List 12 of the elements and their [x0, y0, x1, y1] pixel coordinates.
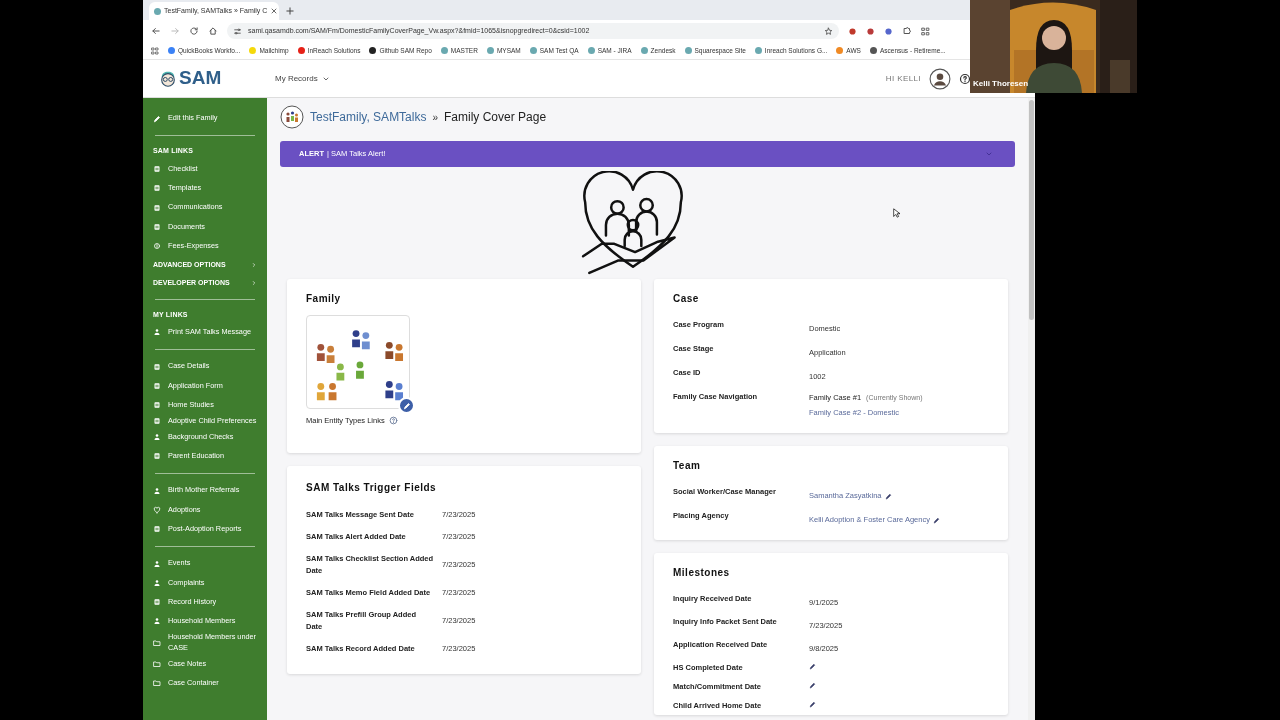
- participant-name: Kelli Thoresen: [973, 78, 1029, 90]
- card-title: Milestones: [673, 566, 731, 580]
- page-title: Family Cover Page: [444, 109, 547, 126]
- card-title: Family: [306, 292, 342, 306]
- family-link[interactable]: TestFamily, SAMTalks: [310, 108, 427, 126]
- card-title: SAM Talks Trigger Fields: [306, 481, 438, 495]
- card-title: Case: [673, 292, 700, 306]
- my-records-menu[interactable]: My Records: [275, 72, 330, 85]
- card-title: Team: [673, 459, 702, 473]
- logo-text: SAM: [179, 66, 222, 91]
- greeting: HI KELLI: [885, 72, 921, 85]
- breadcrumb-separator: »: [432, 110, 439, 125]
